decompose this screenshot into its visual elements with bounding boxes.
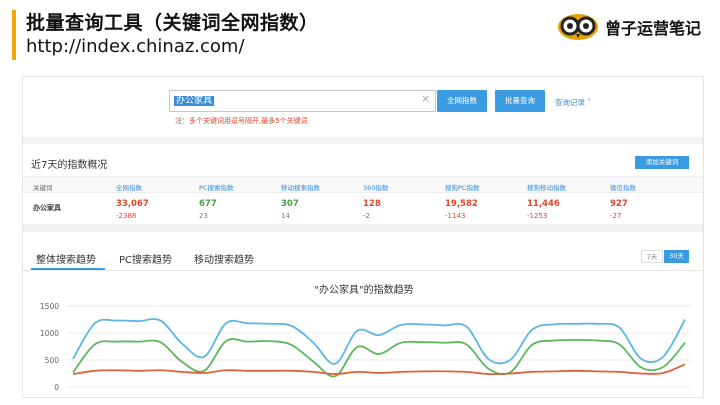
trend-chart: 1500 1000 500 0 [40,302,691,392]
y-tick-label: 1000 [40,329,59,338]
logo-text: 曾子运营笔记 [605,19,702,38]
diff-sogou-pc-index: -1143 [445,212,466,220]
header-all-index[interactable]: 全网指数 [116,182,142,192]
diff-wechat-index: -27 [610,212,622,220]
diff-sogou-mobile-index: -1253 [527,212,548,220]
diff-360-index: -2 [363,212,370,220]
header-mobile-index[interactable]: 移动搜索指数 [281,182,320,192]
slide: 批量查询工具（关键词全网指数） http://index.chinaz.com/… [0,0,720,405]
value-sogou-pc-index: 19,582 [445,199,478,209]
header-pc-index[interactable]: PC搜索指数 [199,182,233,192]
header-sogou-mobile-index[interactable]: 搜狗移动指数 [527,182,566,192]
logo: 曾子运营笔记 [557,10,701,44]
diff-mobile-index: 14 [281,212,290,220]
blue-series-line [72,318,686,365]
all-index-button[interactable]: 全网指数 [437,90,487,112]
diff-all-index: -2388 [116,212,137,220]
slide-url: http://index.chinaz.com/ [26,36,245,57]
search-note: 注：多个关键词用逗号隔开,最多5个关键词 [175,117,308,125]
header-keyword: 关键词 [33,184,53,192]
add-keyword-button[interactable]: 添加关键词 [635,156,689,169]
owl-logo-icon [557,10,599,44]
slide-title: 批量查询工具（关键词全网指数） [26,12,319,34]
clear-icon[interactable]: × [421,92,430,105]
trend-panel: 整体搜索趋势 PC搜索趋势 移动搜索趋势 7天 30天 "办公家具"的指数趋势 … [23,232,703,397]
chinaz-screenshot: 办公家具 × 全网指数 批量查询 查询记录 ˅ 注：多个关键词用逗号隔开,最多5… [22,76,704,398]
row-keyword: 办公家具 [33,204,61,212]
value-mobile-index: 307 [281,199,299,209]
search-input[interactable]: 办公家具 [169,90,436,112]
y-tick-label: 1500 [40,302,59,311]
query-history-link[interactable]: 查询记录 ˅ [555,97,591,108]
value-wechat-index: 927 [610,199,628,209]
search-input-value: 办公家具 [174,96,215,106]
value-360-index: 128 [363,199,381,209]
value-sogou-mobile-index: 11,446 [527,199,560,209]
search-panel: 办公家具 × 全网指数 批量查询 查询记录 ˅ 注：多个关键词用逗号隔开,最多5… [23,77,703,137]
header-wechat-index[interactable]: 微信指数 [610,182,636,192]
header-sogou-pc-index[interactable]: 搜狗PC指数 [445,182,479,192]
value-all-index: 33,067 [116,199,149,209]
y-tick-label: 500 [45,356,60,365]
title-accent-bar [12,10,16,60]
header-360-index[interactable]: 360指数 [363,182,388,192]
red-series-line [72,363,686,376]
diff-pc-index: 23 [199,212,208,220]
value-pc-index: 677 [199,199,217,209]
overview-title: 近7天的指数概况 [31,160,108,171]
batch-query-button[interactable]: 批量查询 [495,90,545,112]
y-tick-label: 0 [54,383,59,392]
overview-panel: 近7天的指数概况 添加关键词 关键词 全网指数 PC搜索指数 移动搜索指数 36… [23,144,703,224]
